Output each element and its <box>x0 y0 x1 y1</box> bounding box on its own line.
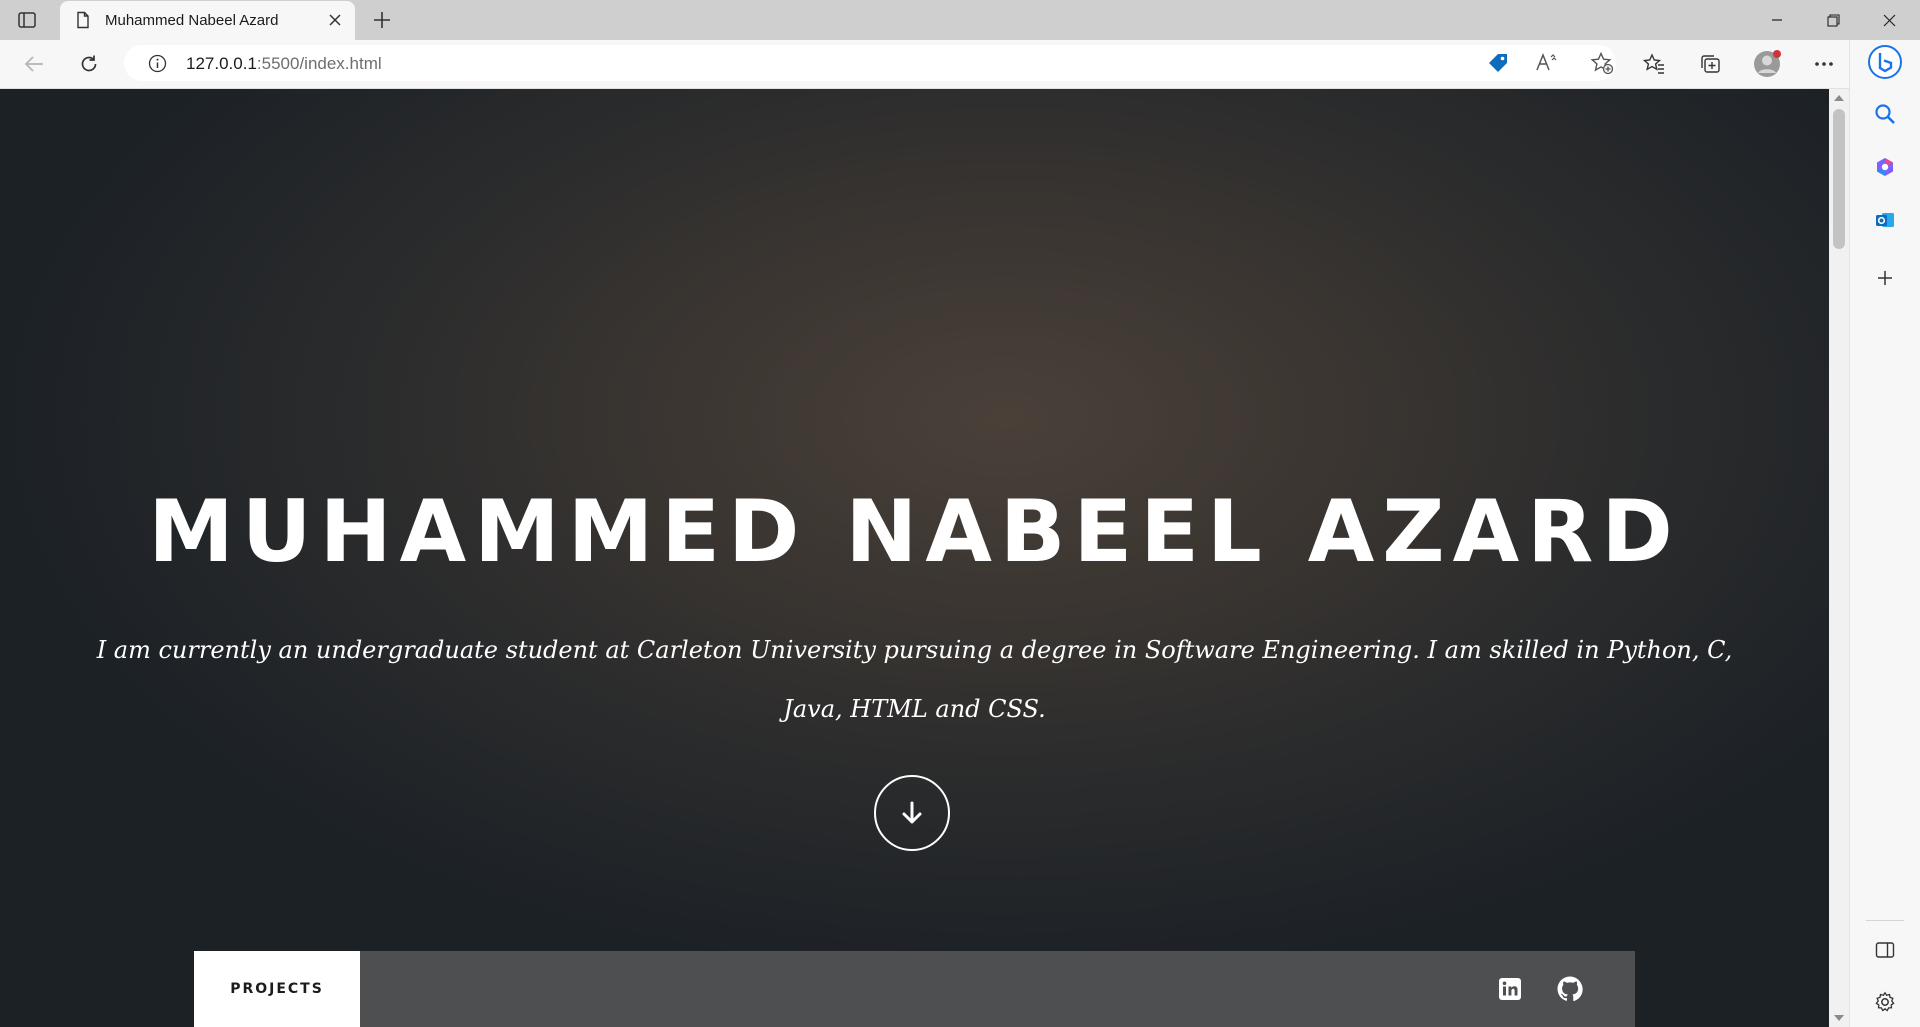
shopping-tag-button[interactable] <box>1486 51 1512 75</box>
collections-button[interactable] <box>1694 48 1726 80</box>
scroll-up-arrow[interactable] <box>1834 95 1844 101</box>
nav-projects-link[interactable]: PROJECTS <box>194 951 360 1027</box>
sidebar-outlook-button[interactable] <box>1868 203 1902 237</box>
tab-bar: Muhammed Nabeel Azard <box>0 0 1920 40</box>
search-icon <box>1875 104 1895 124</box>
refresh-button[interactable] <box>73 48 105 80</box>
site-navbar: PROJECTS <box>194 951 1635 1027</box>
restore-icon <box>1826 13 1840 27</box>
avatar <box>1754 50 1781 77</box>
favorites-button[interactable] <box>1638 48 1670 80</box>
refresh-icon <box>81 55 97 72</box>
tab-actions-button[interactable] <box>14 8 40 32</box>
close-window-button[interactable] <box>1861 0 1917 40</box>
hide-sidebar-button[interactable] <box>1868 933 1902 967</box>
page-viewport: MUHAMMED NABEEL AZARD I am currently an … <box>0 89 1829 1027</box>
close-icon <box>329 14 341 26</box>
page-icon <box>77 11 89 29</box>
plus-icon <box>374 12 390 28</box>
close-tab-button[interactable] <box>324 9 346 31</box>
url-text: 127.0.0.1:5500/index.html <box>186 54 382 74</box>
github-icon <box>1557 976 1583 1002</box>
github-link[interactable] <box>1556 975 1584 1003</box>
url-path: :5500/index.html <box>256 54 382 73</box>
hero-description: I am currently an undergraduate student … <box>96 636 1733 723</box>
page-title: MUHAMMED NABEEL AZARD <box>148 482 1681 582</box>
back-arrow-icon <box>24 56 43 72</box>
close-window-icon <box>1883 14 1895 26</box>
url-host: 127.0.0.1 <box>186 54 257 73</box>
info-icon <box>148 54 167 73</box>
scroll-thumb[interactable] <box>1833 109 1845 249</box>
linkedin-icon <box>1499 978 1521 1000</box>
sidebar-m365-button[interactable] <box>1868 150 1902 184</box>
sidebar-toggle-icon <box>1875 942 1895 958</box>
sidebar-search-button[interactable] <box>1868 97 1902 131</box>
read-aloud-button[interactable] <box>1534 51 1560 75</box>
linkedin-link[interactable] <box>1496 975 1524 1003</box>
star-add-icon <box>1590 51 1614 75</box>
edge-sidebar <box>1849 40 1920 1027</box>
scroll-down-arrow[interactable] <box>1834 1015 1844 1021</box>
tag-icon <box>1489 54 1507 72</box>
arrow-down-icon <box>902 801 922 824</box>
browser-toolbar: 127.0.0.1:5500/index.html <box>0 40 1920 89</box>
sidebar-divider <box>1866 920 1904 921</box>
profile-button[interactable] <box>1751 48 1783 80</box>
scroll-down-button[interactable] <box>874 775 950 851</box>
minimize-button[interactable] <box>1749 0 1805 40</box>
collections-icon <box>1701 55 1720 73</box>
bing-icon <box>1868 45 1902 79</box>
active-tab[interactable]: Muhammed Nabeel Azard <box>60 1 355 40</box>
plus-icon <box>1878 271 1892 285</box>
back-button[interactable] <box>18 48 50 80</box>
favorites-icon <box>1642 53 1664 74</box>
settings-more-button[interactable] <box>1808 48 1840 80</box>
outlook-icon <box>1876 213 1894 227</box>
tab-actions-icon <box>18 12 36 28</box>
restore-button[interactable] <box>1805 0 1861 40</box>
copilot-button[interactable] <box>1868 45 1902 79</box>
tab-title: Muhammed Nabeel Azard <box>105 12 279 29</box>
address-bar[interactable]: 127.0.0.1:5500/index.html <box>124 45 1616 81</box>
sidebar-add-button[interactable] <box>1868 261 1902 295</box>
sidebar-settings-button[interactable] <box>1868 985 1902 1019</box>
read-aloud-icon <box>1536 52 1557 71</box>
page-scrollbar[interactable] <box>1829 89 1849 1027</box>
add-favorite-button[interactable] <box>1590 51 1616 75</box>
more-icon <box>1815 62 1833 66</box>
new-tab-button[interactable] <box>368 6 396 34</box>
minimize-icon <box>1772 19 1782 21</box>
microsoft365-icon <box>1877 158 1893 176</box>
gear-icon <box>1875 991 1895 1012</box>
